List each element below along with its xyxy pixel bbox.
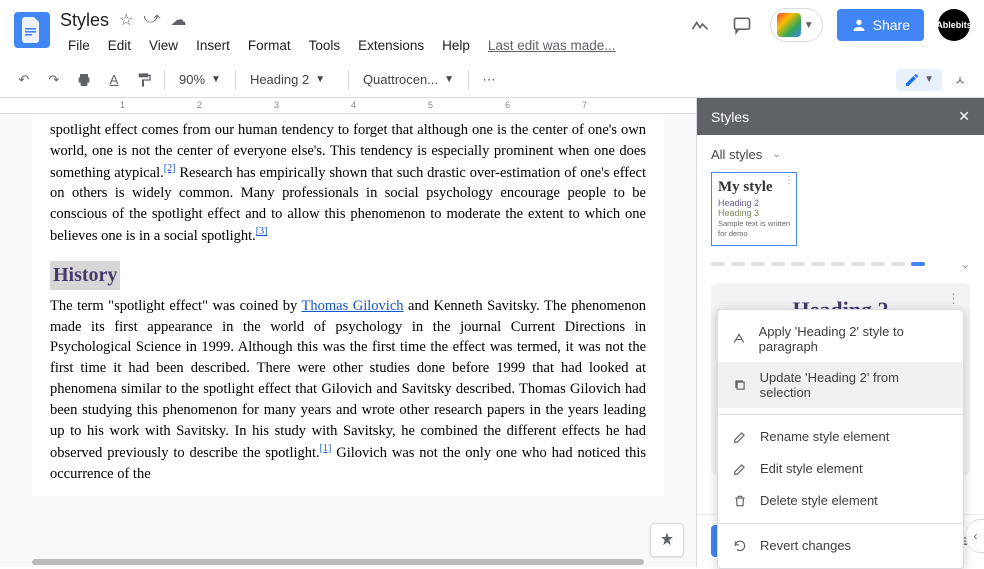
menu-extensions[interactable]: Extensions bbox=[350, 34, 432, 57]
menu-view[interactable]: View bbox=[141, 34, 186, 57]
menu-insert[interactable]: Insert bbox=[188, 34, 238, 57]
collapse-toolbar-button[interactable]: ㅅ bbox=[946, 66, 974, 94]
revert-icon bbox=[732, 538, 748, 554]
print-button[interactable] bbox=[70, 66, 98, 94]
menu-help[interactable]: Help bbox=[434, 34, 478, 57]
sidebar-title: Styles bbox=[711, 109, 749, 125]
toolbar: ↶ ↷ A 90%▼ Heading 2▼ Quattrocen...▼ ⋯ ▼… bbox=[0, 62, 984, 98]
collapse-sidebar-button[interactable]: ‹ bbox=[966, 519, 984, 553]
star-icon[interactable]: ☆ bbox=[119, 10, 133, 30]
style-preview: ⋮ Heading 2 Apply 'Heading 2' style to p… bbox=[711, 283, 970, 475]
preview-menu-button[interactable]: ⋮ bbox=[947, 291, 960, 307]
citation-link[interactable]: [2] bbox=[164, 163, 176, 174]
update-icon bbox=[732, 377, 748, 393]
comments-icon[interactable] bbox=[728, 11, 756, 39]
cloud-icon[interactable]: ☁ bbox=[170, 10, 186, 30]
paint-format-button[interactable] bbox=[130, 66, 158, 94]
menu-tools[interactable]: Tools bbox=[301, 34, 349, 57]
trash-icon bbox=[732, 493, 748, 509]
style-set-pager[interactable]: ⌄ bbox=[711, 258, 970, 271]
menu-update-style[interactable]: Update 'Heading 2' from selection bbox=[718, 362, 963, 408]
citation-link[interactable]: [1] bbox=[320, 443, 332, 454]
paragraph-style-dropdown[interactable]: Heading 2▼ bbox=[242, 67, 342, 93]
last-edit-link[interactable]: Last edit was made... bbox=[488, 38, 616, 53]
card-body-text: Sample text is written for demo bbox=[718, 219, 790, 239]
undo-button[interactable]: ↶ bbox=[10, 66, 38, 94]
share-button[interactable]: Share bbox=[837, 9, 924, 41]
ruler-tick: 2 bbox=[197, 100, 202, 110]
citation-link[interactable]: [3] bbox=[256, 226, 268, 237]
chevron-down-icon[interactable]: ⌄ bbox=[961, 258, 970, 271]
menu-revert-changes[interactable]: Revert changes bbox=[718, 530, 963, 562]
menu-format[interactable]: Format bbox=[240, 34, 299, 57]
ruler-tick: 3 bbox=[274, 100, 279, 110]
menu-rename-style[interactable]: Rename style element bbox=[718, 421, 963, 453]
font-dropdown[interactable]: Quattrocen...▼ bbox=[355, 67, 462, 93]
rename-icon bbox=[732, 429, 748, 445]
activity-icon[interactable] bbox=[686, 11, 714, 39]
apply-icon bbox=[732, 331, 747, 347]
style-set-card[interactable]: ⋮ My style Heading 2 Heading 3 Sample te… bbox=[711, 172, 797, 246]
ruler-tick: 5 bbox=[428, 100, 433, 110]
ruler[interactable]: 1 2 3 4 5 6 7 bbox=[0, 98, 696, 114]
heading-2-selected[interactable]: History bbox=[50, 261, 120, 290]
ruler-tick: 6 bbox=[505, 100, 510, 110]
move-icon[interactable]: ⤻ bbox=[143, 10, 160, 30]
hyperlink[interactable]: Thomas Gilovich bbox=[302, 298, 404, 314]
meet-button[interactable]: ▼ bbox=[770, 8, 823, 42]
card-h3-label: Heading 3 bbox=[718, 208, 790, 218]
menu-bar: File Edit View Insert Format Tools Exten… bbox=[60, 34, 686, 57]
more-toolbar-button[interactable]: ⋯ bbox=[475, 66, 503, 94]
redo-button[interactable]: ↷ bbox=[40, 66, 68, 94]
share-label: Share bbox=[873, 17, 910, 33]
menu-apply-style[interactable]: Apply 'Heading 2' style to paragraph bbox=[718, 316, 963, 362]
document-page[interactable]: spotlight effect comes from our human te… bbox=[32, 114, 664, 496]
menu-delete-style[interactable]: Delete style element bbox=[718, 485, 963, 517]
close-sidebar-button[interactable]: ✕ bbox=[958, 108, 970, 125]
document-area[interactable]: 1 2 3 4 5 6 7 spotlight effect comes fro… bbox=[0, 98, 696, 567]
styles-filter-dropdown[interactable]: All styles⌄ bbox=[711, 147, 970, 162]
doc-title[interactable]: Styles bbox=[60, 10, 109, 31]
edit-icon bbox=[732, 461, 748, 477]
menu-edit[interactable]: Edit bbox=[100, 34, 139, 57]
body-text: and Kenneth Savitsky. The phenomenon mad… bbox=[50, 298, 646, 461]
horizontal-scrollbar[interactable] bbox=[32, 559, 644, 565]
editing-mode-button[interactable]: ▼ bbox=[896, 69, 942, 91]
account-avatar[interactable]: Ablebits bbox=[938, 9, 970, 41]
ruler-tick: 1 bbox=[120, 100, 125, 110]
menu-file[interactable]: File bbox=[60, 34, 98, 57]
explore-button[interactable] bbox=[650, 523, 684, 557]
style-context-menu: Apply 'Heading 2' style to paragraph Upd… bbox=[717, 309, 964, 569]
body-text: The term "spotlight effect" was coined b… bbox=[50, 298, 302, 314]
card-title: My style bbox=[718, 179, 790, 196]
docs-logo[interactable] bbox=[14, 12, 50, 48]
card-menu-icon[interactable]: ⋮ bbox=[784, 175, 794, 186]
ruler-tick: 7 bbox=[582, 100, 587, 110]
card-h2-label: Heading 2 bbox=[718, 198, 790, 208]
zoom-dropdown[interactable]: 90%▼ bbox=[171, 67, 229, 93]
menu-edit-style[interactable]: Edit style element bbox=[718, 453, 963, 485]
styles-sidebar: Styles ✕ All styles⌄ ⋮ My style Heading … bbox=[696, 98, 984, 567]
spellcheck-button[interactable]: A bbox=[100, 66, 128, 94]
ruler-tick: 4 bbox=[351, 100, 356, 110]
